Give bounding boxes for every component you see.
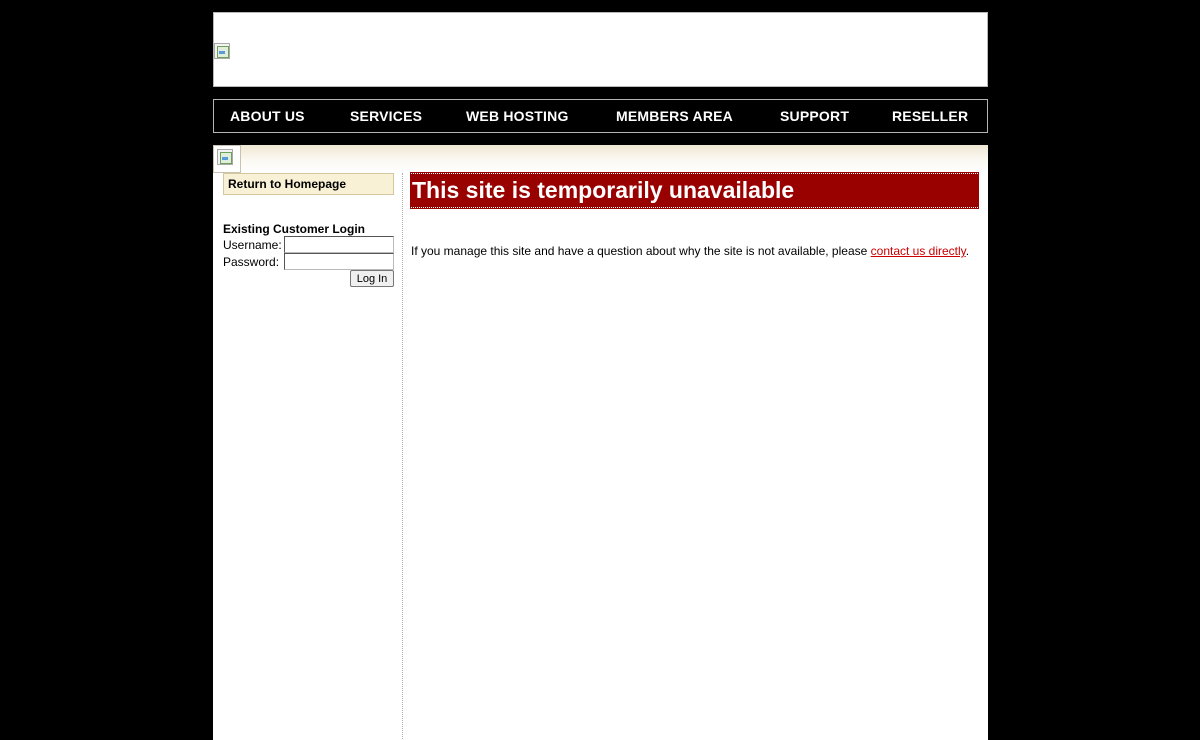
content-area: Return to Homepage Existing Customer Log… bbox=[213, 145, 988, 740]
contact-us-link[interactable]: contact us directly bbox=[871, 244, 966, 258]
unavailable-message: If you manage this site and have a quest… bbox=[411, 244, 981, 258]
header-banner bbox=[213, 12, 988, 87]
password-input[interactable] bbox=[284, 253, 394, 270]
nav-reseller[interactable]: RESELLER bbox=[892, 108, 968, 124]
content-image bbox=[213, 145, 241, 173]
username-input[interactable] bbox=[284, 236, 394, 253]
nav-support[interactable]: SUPPORT bbox=[780, 108, 849, 124]
main-nav: ABOUT US SERVICES WEB HOSTING MEMBERS AR… bbox=[213, 99, 988, 133]
username-label: Username: bbox=[223, 238, 282, 252]
nav-members-area[interactable]: MEMBERS AREA bbox=[616, 108, 733, 124]
login-title: Existing Customer Login bbox=[223, 222, 366, 236]
nav-about-us[interactable]: ABOUT US bbox=[230, 108, 305, 124]
nav-web-hosting[interactable]: WEB HOSTING bbox=[466, 108, 569, 124]
password-label: Password: bbox=[223, 255, 280, 269]
broken-image-icon bbox=[217, 149, 233, 165]
sidebar-divider bbox=[402, 173, 403, 740]
message-text: If you manage this site and have a quest… bbox=[411, 244, 871, 258]
login-button[interactable]: Log In bbox=[350, 270, 394, 287]
page-title: This site is temporarily unavailable bbox=[410, 172, 979, 209]
message-suffix: . bbox=[965, 244, 970, 258]
nav-services[interactable]: SERVICES bbox=[350, 108, 422, 124]
broken-image-icon bbox=[214, 43, 230, 59]
return-to-homepage-link[interactable]: Return to Homepage bbox=[223, 173, 394, 195]
